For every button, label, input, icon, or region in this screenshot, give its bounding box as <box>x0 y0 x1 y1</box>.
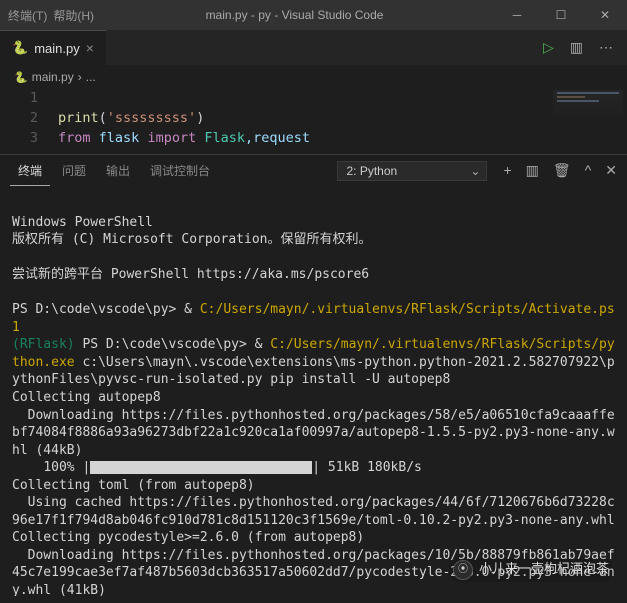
panel-header: 终端 问题 输出 调试控制台 2: Python ⌄ + ▥ 🗑 ^ ✕ <box>0 154 627 186</box>
menu-help[interactable]: 帮助(H) <box>53 7 94 24</box>
terminal-line: (RFlask) PS D:\code\vscode\py> & C:/User… <box>12 337 615 387</box>
tab-main-py[interactable]: 🐍 main.py × <box>0 30 106 65</box>
close-icon[interactable]: ✕ <box>583 0 627 30</box>
tab-label: main.py <box>34 41 80 56</box>
breadcrumb-separator: › <box>78 70 82 84</box>
terminal-line: Collecting autopep8 <box>12 390 161 405</box>
terminal-selector-label: 2: Python <box>346 164 397 178</box>
terminal-line: 尝试新的跨平台 PowerShell https://aka.ms/pscore… <box>12 267 369 282</box>
tab-terminal[interactable]: 终端 <box>10 155 50 186</box>
split-editor-icon[interactable]: ▥ <box>570 39 583 56</box>
terminal-line: Collecting pycodestyle>=2.6.0 (from auto… <box>12 530 364 545</box>
tab-problems[interactable]: 问题 <box>54 155 94 186</box>
breadcrumb-file: main.py <box>32 70 74 84</box>
kill-terminal-icon[interactable]: 🗑 <box>553 162 571 179</box>
tab-output[interactable]: 输出 <box>98 155 138 186</box>
maximize-panel-icon[interactable]: ^ <box>585 162 592 179</box>
python-icon: 🐍 <box>14 71 28 84</box>
terminal[interactable]: Windows PowerShell 版权所有 (C) Microsoft Co… <box>0 186 627 596</box>
menu-terminal[interactable]: 终端(T) <box>8 7 47 24</box>
run-icon[interactable]: ▷ <box>543 39 554 56</box>
terminal-line: Collecting toml (from autopep8) <box>12 478 255 493</box>
terminal-line: PS D:\code\vscode\py> & C:/Users/mayn/.v… <box>12 302 615 335</box>
watermark: ⦿ 小儿来一壶枸杞酒泡茶 <box>449 558 613 582</box>
new-terminal-icon[interactable]: + <box>503 162 511 179</box>
window-title: main.py - py - Visual Studio Code <box>206 8 384 22</box>
watermark-text: 小儿来一壶枸杞酒泡茶 <box>479 561 609 579</box>
chevron-down-icon: ⌄ <box>470 164 480 178</box>
split-terminal-icon[interactable]: ▥ <box>526 162 539 179</box>
terminal-line: Downloading https://files.pythonhosted.o… <box>12 408 615 458</box>
maximize-icon[interactable]: ☐ <box>539 0 583 30</box>
terminal-line: 100% || 51kB 180kB/s <box>12 460 422 475</box>
terminal-line: Using cached https://files.pythonhosted.… <box>12 495 615 528</box>
close-panel-icon[interactable]: ✕ <box>605 162 617 179</box>
tab-close-icon[interactable]: × <box>86 40 94 56</box>
editor-tabbar: 🐍 main.py × ▷ ▥ ⋯ <box>0 30 627 66</box>
terminal-line: Windows PowerShell <box>12 215 153 230</box>
progress-bar <box>90 461 312 474</box>
terminal-line: 版权所有 (C) Microsoft Corporation。保留所有权利。 <box>12 232 372 247</box>
terminal-selector[interactable]: 2: Python ⌄ <box>337 161 487 181</box>
breadcrumb-more: ... <box>86 70 96 84</box>
breadcrumb[interactable]: 🐍 main.py › ... <box>0 66 627 88</box>
wechat-icon: ⦿ <box>453 560 473 580</box>
tab-debug-console[interactable]: 调试控制台 <box>142 155 218 186</box>
editor[interactable]: 1 2print('sssssssss') 3from flask import… <box>0 88 627 154</box>
titlebar: 终端(T) 帮助(H) main.py - py - Visual Studio… <box>0 0 627 30</box>
minimap[interactable] <box>553 90 623 126</box>
minimize-icon[interactable]: ─ <box>495 0 539 30</box>
more-actions-icon[interactable]: ⋯ <box>599 39 613 56</box>
python-icon: 🐍 <box>12 40 28 56</box>
